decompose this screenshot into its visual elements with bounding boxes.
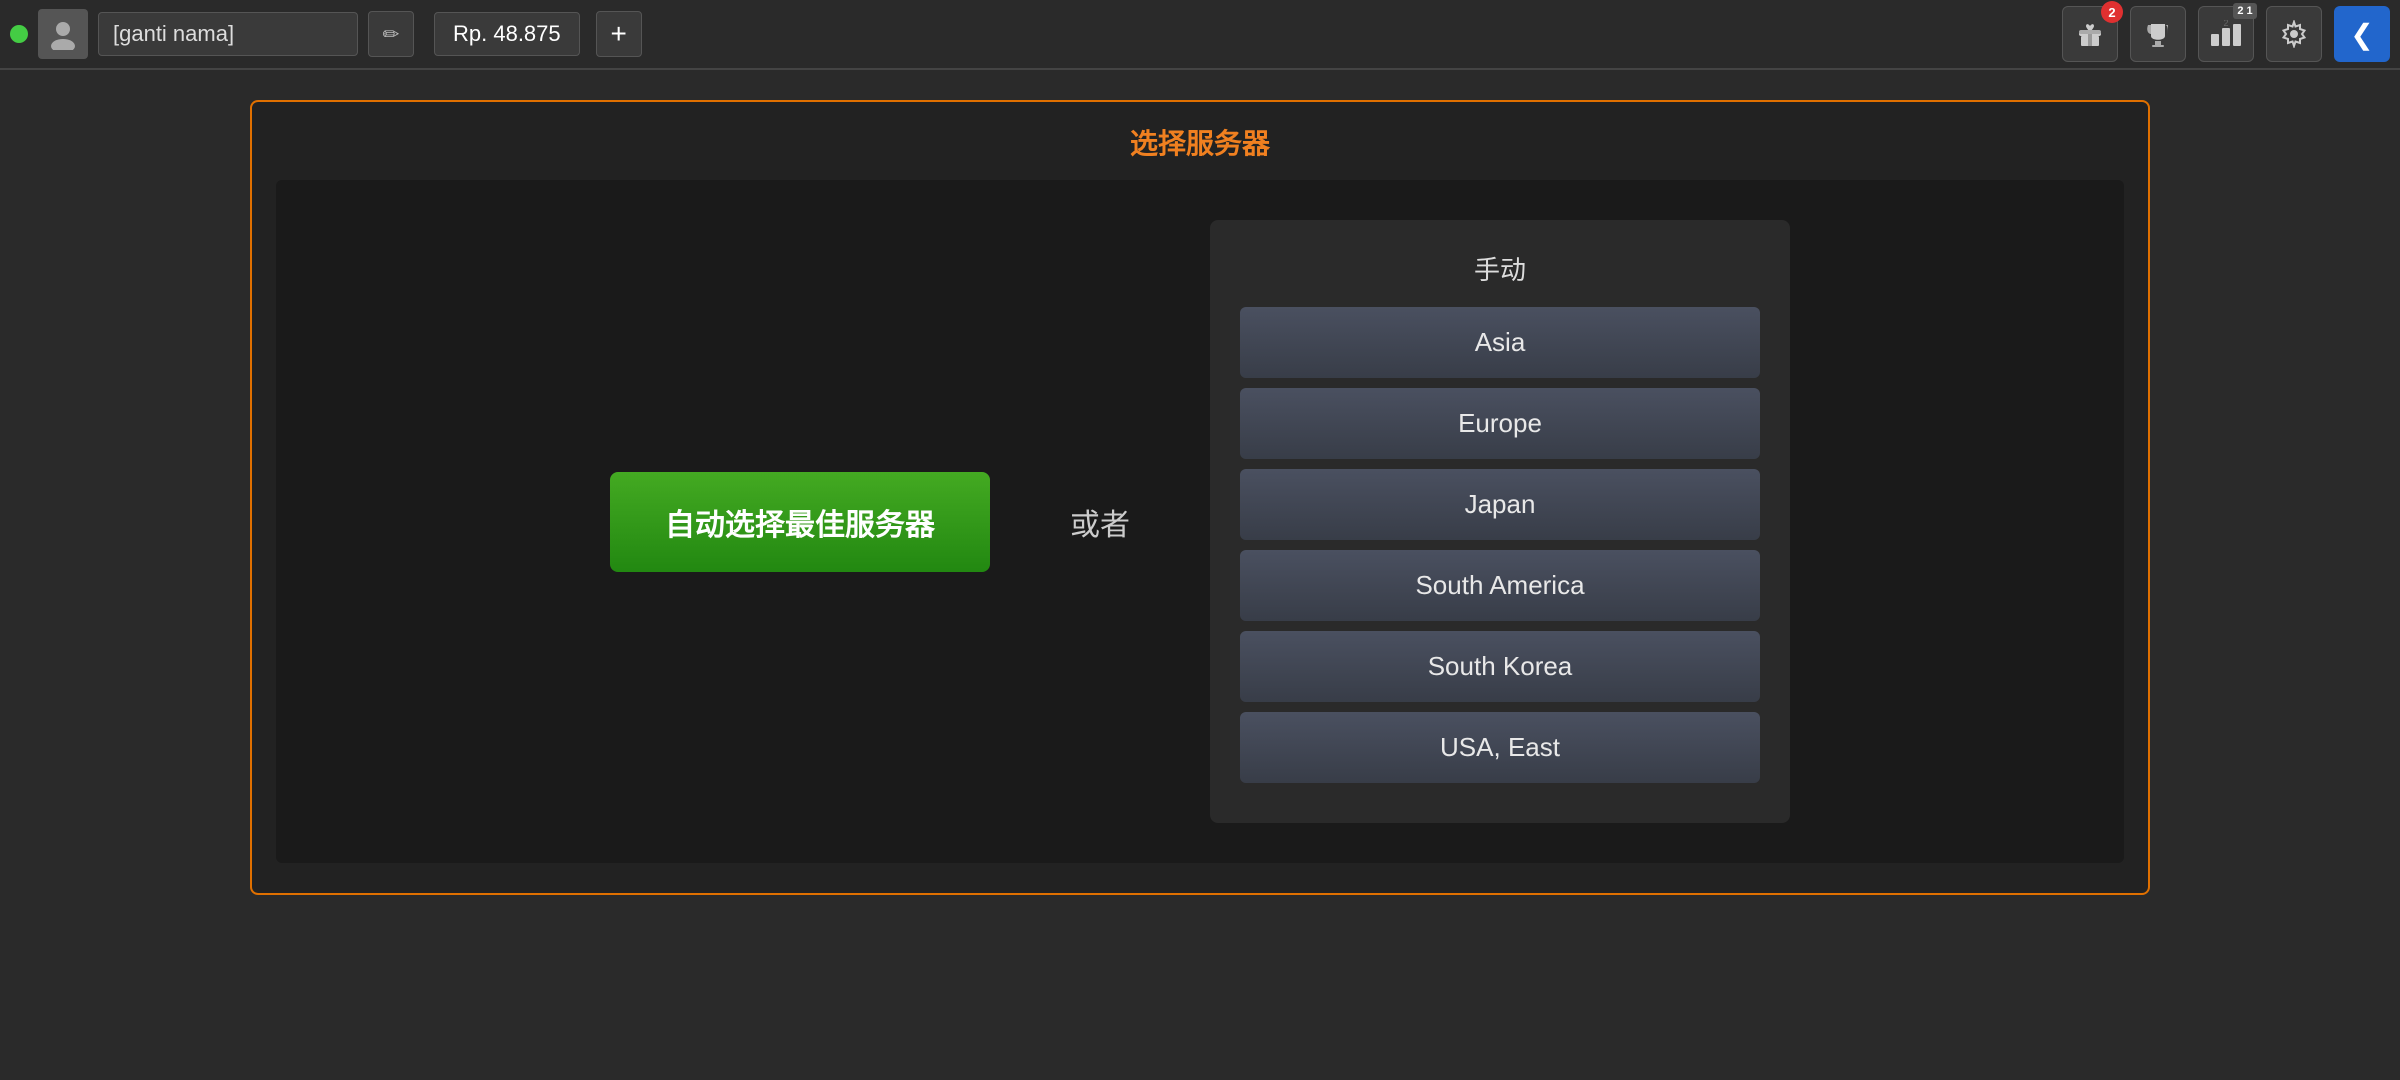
trophy-button[interactable] (2130, 6, 2186, 62)
server-list: Asia Europe Japan South America South Korea U… (1240, 307, 1760, 783)
rank-badge: 2 1 (2233, 3, 2257, 19)
server-option-south-korea[interactable]: South Korea (1240, 631, 1760, 702)
username-display: [ganti nama] (98, 12, 358, 56)
rank-icon: 2 (2210, 20, 2242, 48)
topbar-right: 2 2 2 1 (2062, 6, 2390, 62)
server-select-dialog: 选择服务器 自动选择最佳服务器 或者 手动 Asia Europe Japan Sou… (250, 100, 2150, 895)
status-indicator (10, 25, 28, 43)
or-label: 或者 (1070, 500, 1130, 544)
svg-text:2: 2 (2223, 20, 2228, 28)
server-option-asia[interactable]: Asia (1240, 307, 1760, 378)
avatar-icon (47, 18, 79, 50)
back-icon: ❮ (2350, 18, 2373, 51)
plus-icon: + (610, 18, 626, 50)
add-balance-button[interactable]: + (596, 11, 642, 57)
avatar (38, 9, 88, 59)
gift-badge: 2 (2101, 1, 2123, 23)
topbar-left: [ganti nama] ✏ Rp. 48.875 + (10, 9, 2062, 59)
manual-panel: 手动 Asia Europe Japan South America South Kor… (1210, 220, 1790, 823)
topbar: [ganti nama] ✏ Rp. 48.875 + 2 (0, 0, 2400, 70)
auto-select-button[interactable]: 自动选择最佳服务器 (610, 472, 990, 572)
dialog-title: 选择服务器 (276, 122, 2124, 162)
gift-button[interactable]: 2 (2062, 6, 2118, 62)
server-option-japan[interactable]: Japan (1240, 469, 1760, 540)
rank-button[interactable]: 2 2 1 (2198, 6, 2254, 62)
edit-username-button[interactable]: ✏ (368, 11, 414, 57)
gift-icon (2076, 20, 2104, 48)
main-content: 选择服务器 自动选择最佳服务器 或者 手动 Asia Europe Japan Sou… (0, 70, 2400, 1080)
manual-title: 手动 (1474, 250, 1526, 287)
dialog-inner: 自动选择最佳服务器 或者 手动 Asia Europe Japan South Ame… (276, 180, 2124, 863)
balance-display: Rp. 48.875 (434, 12, 580, 56)
server-option-south-america[interactable]: South America (1240, 550, 1760, 621)
back-button[interactable]: ❮ (2334, 6, 2390, 62)
trophy-icon (2144, 20, 2172, 48)
gear-icon (2280, 20, 2308, 48)
server-option-usa--east[interactable]: USA, East (1240, 712, 1760, 783)
edit-icon: ✏ (383, 22, 400, 47)
server-option-europe[interactable]: Europe (1240, 388, 1760, 459)
settings-button[interactable] (2266, 6, 2322, 62)
